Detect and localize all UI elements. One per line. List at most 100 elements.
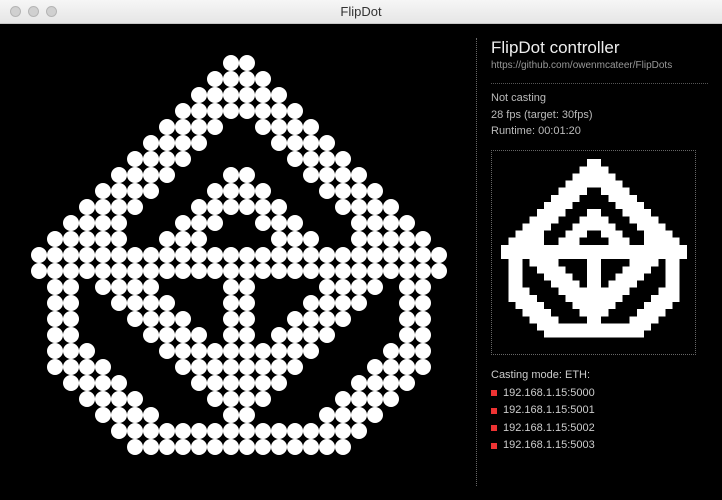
dot <box>367 455 383 471</box>
dot <box>383 247 399 263</box>
dot <box>239 55 255 71</box>
dot <box>415 279 431 295</box>
dot <box>191 471 207 487</box>
dot <box>367 231 383 247</box>
dot <box>31 103 47 119</box>
dot <box>79 311 95 327</box>
dot <box>127 439 143 455</box>
dot <box>159 375 175 391</box>
dot <box>415 87 431 103</box>
dot <box>287 39 303 55</box>
dot <box>399 151 415 167</box>
dot <box>319 279 335 295</box>
dot <box>239 423 255 439</box>
dot <box>79 151 95 167</box>
dot <box>319 439 335 455</box>
dot <box>79 39 95 55</box>
dot <box>63 423 79 439</box>
dot <box>143 311 159 327</box>
dot <box>207 327 223 343</box>
repo-url[interactable]: https://github.com/owenmcateer/FlipDots <box>491 60 708 71</box>
dot <box>303 55 319 71</box>
dot <box>207 119 223 135</box>
dot <box>15 343 31 359</box>
side-panel: FlipDot controller https://github.com/ow… <box>476 38 708 486</box>
dot <box>191 199 207 215</box>
dot <box>175 343 191 359</box>
dot <box>367 407 383 423</box>
dot <box>223 167 239 183</box>
dot <box>127 455 143 471</box>
dot <box>207 231 223 247</box>
dot <box>255 231 271 247</box>
dot <box>15 247 31 263</box>
dot <box>111 471 127 487</box>
dot <box>303 455 319 471</box>
dot <box>159 471 175 487</box>
dot <box>207 167 223 183</box>
dot <box>31 471 47 487</box>
dot <box>431 183 447 199</box>
dot <box>175 455 191 471</box>
dot <box>431 135 447 151</box>
dot <box>447 375 463 391</box>
dot <box>63 167 79 183</box>
dot <box>287 103 303 119</box>
dot <box>31 407 47 423</box>
dot <box>415 39 431 55</box>
dot <box>383 183 399 199</box>
dot <box>239 311 255 327</box>
dot <box>207 151 223 167</box>
minimize-icon[interactable] <box>28 6 39 17</box>
dot <box>351 295 367 311</box>
dot <box>351 151 367 167</box>
dot <box>223 439 239 455</box>
dot <box>335 407 351 423</box>
dot <box>319 151 335 167</box>
dot <box>63 55 79 71</box>
dot <box>223 263 239 279</box>
dot <box>415 183 431 199</box>
dot <box>431 343 447 359</box>
dot <box>415 391 431 407</box>
dot <box>255 167 271 183</box>
dot <box>79 279 95 295</box>
dot <box>31 135 47 151</box>
dot <box>127 55 143 71</box>
dot <box>207 39 223 55</box>
dot <box>255 471 271 487</box>
dot <box>239 295 255 311</box>
dot <box>159 423 175 439</box>
dot <box>431 103 447 119</box>
dot <box>207 455 223 471</box>
dot <box>143 279 159 295</box>
dot <box>383 71 399 87</box>
zoom-icon[interactable] <box>46 6 57 17</box>
dot <box>271 263 287 279</box>
dot <box>63 407 79 423</box>
dot <box>287 151 303 167</box>
dot <box>31 327 47 343</box>
dot <box>303 279 319 295</box>
close-icon[interactable] <box>10 6 21 17</box>
dot <box>159 439 175 455</box>
dot <box>111 199 127 215</box>
status-casting: Not casting <box>491 90 708 107</box>
casting-target: 192.168.1.15:5002 <box>491 420 708 438</box>
dot <box>175 215 191 231</box>
dot <box>303 439 319 455</box>
dot <box>431 231 447 247</box>
dot <box>415 247 431 263</box>
dot <box>223 39 239 55</box>
dot <box>431 439 447 455</box>
dot <box>239 263 255 279</box>
dot <box>31 199 47 215</box>
dot <box>223 407 239 423</box>
dot <box>223 311 239 327</box>
dot <box>239 343 255 359</box>
dot <box>303 39 319 55</box>
status-dot-icon <box>491 425 497 431</box>
dot <box>255 359 271 375</box>
dot <box>303 423 319 439</box>
dot <box>447 327 463 343</box>
